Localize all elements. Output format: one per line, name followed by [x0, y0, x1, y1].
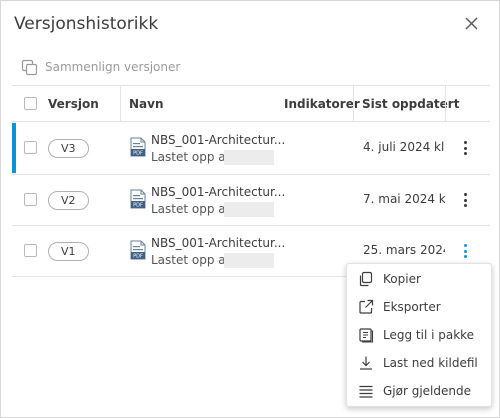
column-header-indicators[interactable]: Indikatorer: [284, 97, 360, 111]
uploaded-by-label: Lastet opp av: [151, 253, 233, 267]
dialog-title: Versjonshistorikk: [14, 14, 159, 34]
row-checkbox[interactable]: [24, 141, 37, 154]
menu-item-label: Legg til i pakke: [383, 328, 475, 342]
file-name[interactable]: NBS_001-Architectur...: [151, 133, 285, 147]
copy-icon: [359, 271, 373, 287]
last-updated-date: 4. juli 2024 kl. 0: [363, 140, 445, 154]
column-separator: [120, 85, 121, 121]
version-badge: V3: [48, 139, 89, 158]
svg-text:PDF: PDF: [133, 254, 143, 260]
row-checkbox[interactable]: [24, 244, 37, 257]
table-row[interactable]: V2 PDF NBS_001-Architectur... Lastet opp…: [12, 175, 490, 225]
select-all-checkbox[interactable]: [24, 97, 37, 110]
more-options-button[interactable]: [456, 241, 476, 261]
compare-versions-button[interactable]: Sammenlign versjoner: [21, 57, 180, 77]
menu-item-label: Eksporter: [383, 300, 441, 314]
svg-text:PDF: PDF: [133, 203, 143, 209]
menu-item-label: Gjør gjeldende: [383, 384, 471, 398]
file-name[interactable]: NBS_001-Architectur...: [151, 185, 285, 199]
more-options-button[interactable]: [456, 190, 476, 210]
row-checkbox[interactable]: [24, 193, 37, 206]
menu-item-label: Kopier: [383, 272, 421, 286]
compare-icon: [21, 59, 38, 75]
close-icon: [465, 17, 478, 30]
table-row[interactable]: V3 PDF NBS_001-Architectur... Lastet opp…: [12, 123, 490, 173]
more-options-button[interactable]: [456, 138, 476, 158]
menu-item-copy[interactable]: Kopier: [347, 265, 491, 293]
uploaded-by-label: Lastet opp av: [151, 150, 233, 164]
pdf-file-icon: PDF: [130, 240, 146, 260]
last-updated-date: 25. mars 2024 kl.: [363, 243, 445, 257]
column-header-version[interactable]: Versjon: [48, 97, 99, 111]
make-current-icon: [359, 385, 373, 398]
last-updated-date: 7. mai 2024 kl. 1:: [363, 192, 445, 206]
version-history-dialog: Versjonshistorikk Sammenlign versjoner V…: [0, 0, 500, 418]
pdf-file-icon: PDF: [130, 189, 146, 209]
menu-item-make-current[interactable]: Gjør gjeldende: [347, 377, 491, 405]
package-icon: [359, 328, 374, 343]
divider: [12, 85, 490, 86]
menu-item-download-source[interactable]: Last ned kildefil: [347, 349, 491, 377]
redacted-user-name: [224, 150, 274, 165]
column-separator: [353, 85, 354, 121]
menu-item-export[interactable]: Eksporter: [347, 293, 491, 321]
file-name[interactable]: NBS_001-Architectur...: [151, 236, 285, 250]
menu-item-label: Last ned kildefil: [383, 356, 478, 370]
export-icon: [359, 299, 374, 314]
version-badge: V1: [48, 242, 89, 261]
context-menu: Kopier Eksporter Legg til i pakke Last n…: [346, 263, 492, 407]
column-separator: [445, 85, 446, 121]
pdf-file-icon: PDF: [130, 137, 146, 157]
close-button[interactable]: [461, 13, 483, 35]
download-icon: [360, 356, 372, 370]
redacted-user-name: [224, 253, 274, 268]
svg-text:PDF: PDF: [133, 151, 143, 157]
selected-row-indicator: [12, 123, 16, 173]
divider: [12, 276, 346, 277]
redacted-user-name: [224, 202, 274, 217]
uploaded-by-label: Lastet opp av: [151, 202, 233, 216]
version-badge: V2: [48, 191, 89, 210]
divider: [12, 121, 490, 122]
menu-item-add-to-package[interactable]: Legg til i pakke: [347, 321, 491, 349]
compare-versions-label: Sammenlign versjoner: [45, 60, 181, 74]
column-header-name[interactable]: Navn: [129, 97, 164, 111]
